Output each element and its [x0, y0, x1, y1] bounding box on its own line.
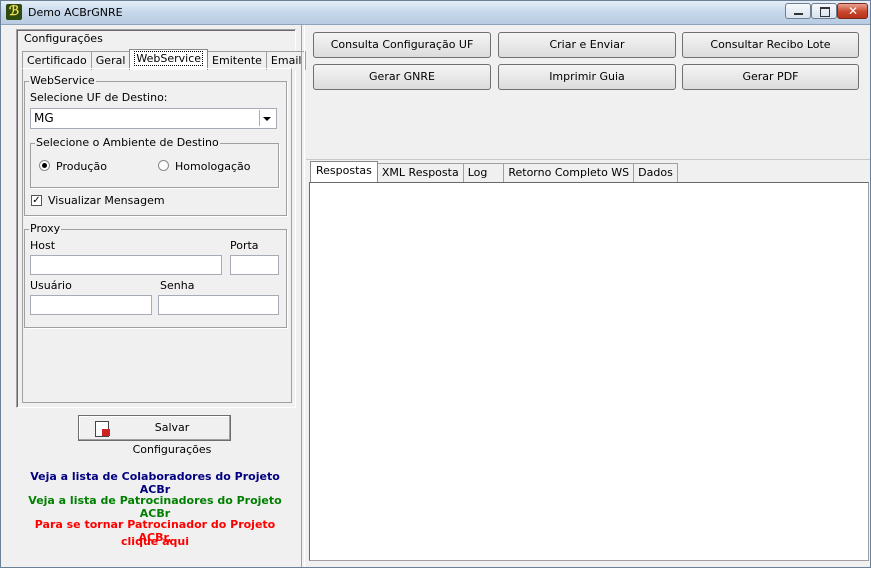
link-patrocinadores[interactable]: Veja a lista de Patrocinadores do Projet…: [17, 494, 293, 520]
maximize-button[interactable]: [811, 3, 837, 19]
webservice-legend: WebService: [29, 74, 96, 87]
senha-input[interactable]: [158, 295, 279, 315]
link-colaboradores[interactable]: Veja a lista de Colaboradores do Projeto…: [17, 470, 293, 496]
uf-select[interactable]: MG: [30, 108, 277, 129]
uf-select-value: MG: [34, 111, 54, 125]
host-label: Host: [30, 239, 56, 252]
porta-input[interactable]: [230, 255, 279, 275]
dropdown-arrow-icon[interactable]: [259, 110, 275, 126]
maximize-icon: [820, 7, 830, 17]
link-clique-aqui[interactable]: clique aqui: [17, 535, 293, 548]
homologacao-radio[interactable]: [158, 160, 169, 171]
window-title: Demo ACBrGNRE: [28, 6, 123, 19]
producao-radio[interactable]: [39, 160, 50, 171]
proxy-legend: Proxy: [29, 222, 62, 235]
title-bar[interactable]: ℬ Demo ACBrGNRE ✕: [1, 1, 870, 25]
usuario-input[interactable]: [30, 295, 152, 315]
close-icon: ✕: [848, 4, 859, 18]
close-button[interactable]: ✕: [837, 3, 868, 19]
ambiente-legend: Selecione o Ambiente de Destino: [35, 136, 220, 149]
imprimir-guia-button[interactable]: Imprimir Guia: [498, 64, 676, 90]
uf-label: Selecione UF de Destino:: [30, 91, 168, 104]
save-config-label: Salvar Configurações: [132, 421, 212, 456]
visualizar-checkbox[interactable]: ✓: [31, 195, 42, 206]
minimize-icon: [794, 13, 803, 15]
save-config-button[interactable]: Salvar Configurações: [78, 415, 231, 456]
response-text-area[interactable]: [309, 182, 869, 561]
producao-label[interactable]: Produção: [56, 160, 107, 173]
tab-xml-resposta[interactable]: XML Resposta: [376, 163, 464, 182]
homologacao-label[interactable]: Homologação: [175, 160, 250, 173]
host-input[interactable]: [30, 255, 222, 275]
tab-log[interactable]: Log: [462, 163, 505, 182]
main-window: ℬ Demo ACBrGNRE ✕ Configurações Certific…: [0, 0, 871, 568]
acbr-app-icon[interactable]: ℬ: [6, 4, 22, 20]
criar-enviar-button[interactable]: Criar e Enviar: [498, 32, 676, 58]
config-legend: Configurações: [23, 32, 104, 45]
senha-label: Senha: [160, 279, 195, 292]
minimize-button[interactable]: [785, 3, 811, 19]
tab-respostas[interactable]: Respostas: [310, 161, 378, 182]
visualizar-label[interactable]: Visualizar Mensagem: [48, 194, 165, 207]
gerar-pdf-button[interactable]: Gerar PDF: [682, 64, 859, 90]
tab-webservice[interactable]: WebService: [129, 49, 209, 70]
consulta-config-uf-button[interactable]: Consulta Configuração UF: [313, 32, 491, 58]
tab-dados[interactable]: Dados: [633, 163, 678, 182]
consultar-recibo-lote-button[interactable]: Consultar Recibo Lote: [682, 32, 859, 58]
gerar-gnre-button[interactable]: Gerar GNRE: [313, 64, 491, 90]
porta-label: Porta: [230, 239, 259, 252]
usuario-label: Usuário: [30, 279, 72, 292]
splitter[interactable]: [301, 25, 305, 567]
tab-retorno-completo-ws[interactable]: Retorno Completo WS: [503, 163, 635, 182]
response-tabs: Respostas XML Resposta Log Retorno Compl…: [310, 161, 678, 184]
save-document-icon: [95, 421, 110, 437]
